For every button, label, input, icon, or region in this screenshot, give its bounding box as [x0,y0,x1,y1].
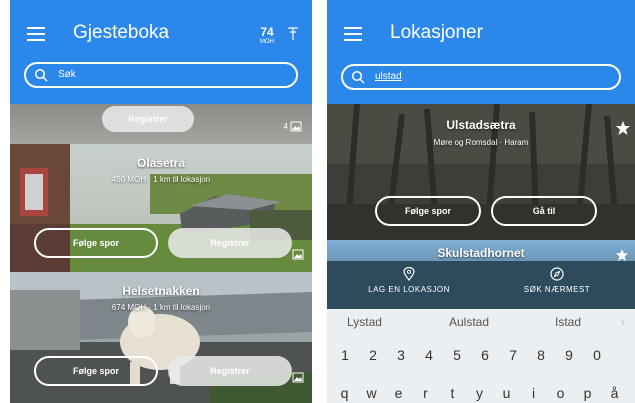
location-card[interactable]: Olasetra 450 MOH · 1 km til lokasjon Føl… [10,144,312,272]
letter-row: q w e r t y u i o p å [327,385,635,401]
on-screen-keyboard: Lystad Aulstad Istad › 1 2 3 4 5 6 7 8 9… [327,309,635,403]
menu-icon[interactable] [344,27,362,41]
locations-screen: Lokasjoner ulstad Ulstadsætra Møre og Ro… [327,0,635,403]
location-pin-icon[interactable] [286,26,300,42]
go-to-button[interactable]: Gå til [491,196,597,226]
search-icon [351,70,365,84]
location-info: Møre og Romsdal · Haram [433,138,529,147]
location-name: Helsetnakken [122,284,200,298]
key[interactable]: q [331,385,358,401]
location-info: 674 MOH · 1 km til lokasjon [111,303,211,312]
bottom-navigation: LAG EN LOKASJON SØK NÆRMEST [327,261,635,309]
key[interactable]: y [466,385,493,401]
key[interactable]: 1 [331,347,359,363]
image-count-badge[interactable]: 4 [284,121,302,132]
key[interactable]: 8 [527,347,555,363]
key[interactable]: t [439,385,466,401]
app-bar: Lokasjoner ulstad [327,0,635,104]
search-nearest-button[interactable]: SØK NÆRMEST [497,267,617,294]
location-pin-icon [403,267,415,281]
add-location-button[interactable]: LAG EN LOKASJON [349,267,469,294]
altitude-indicator: 74 MOH [260,26,274,45]
suggestion[interactable]: Aulstad [449,315,489,329]
key[interactable]: p [574,385,601,401]
key[interactable]: 5 [443,347,471,363]
location-card[interactable]: Skulstadhornet [327,240,635,261]
search-icon [34,68,48,82]
follow-track-button[interactable]: Følge spor [375,196,481,226]
altitude-value: 74 [260,25,274,39]
key[interactable]: o [547,385,574,401]
key[interactable]: 3 [387,347,415,363]
menu-icon[interactable] [27,27,45,41]
location-card[interactable]: Ulstadsætra Møre og Romsdal · Haram Følg… [327,104,635,240]
location-name: Ulstadsætra [446,118,516,132]
suggestion[interactable]: Istad [555,315,581,329]
location-card[interactable]: Helsetnakken 674 MOH · 1 km til lokasjon… [10,272,312,403]
register-button[interactable]: Registrer [168,228,292,258]
guestbook-screen: Gjesteboka 74 MOH Søk Registrer 4 Olaset… [10,0,312,403]
search-input[interactable]: ulstad [341,64,621,90]
register-button[interactable]: Registrer [102,106,194,132]
image-icon[interactable] [292,249,304,260]
favorite-star-icon[interactable] [615,248,629,261]
location-name: Olasetra [136,156,186,170]
altitude-unit: MOH [260,39,274,45]
page-title: Gjesteboka [73,22,170,43]
number-row: 1 2 3 4 5 6 7 8 9 0 [327,347,635,363]
search-placeholder: Søk [58,69,76,80]
register-button[interactable]: Registrer [168,356,292,386]
image-icon[interactable] [292,372,304,383]
search-value: ulstad [375,71,402,82]
add-location-label: LAG EN LOKASJON [368,285,450,294]
key[interactable]: å [601,385,628,401]
key[interactable]: 7 [499,347,527,363]
favorite-star-icon[interactable] [615,120,631,136]
search-input[interactable]: Søk [24,62,298,88]
key[interactable]: 2 [359,347,387,363]
location-name: Skulstadhornet [437,246,525,260]
key[interactable]: i [520,385,547,401]
image-count: 4 [283,122,288,131]
follow-track-button[interactable]: Følge spor [34,228,158,258]
key[interactable]: 6 [471,347,499,363]
key[interactable]: w [358,385,385,401]
search-nearest-label: SØK NÆRMEST [523,285,591,294]
suggestion[interactable]: Lystad [347,315,382,329]
key[interactable]: e [385,385,412,401]
page-title: Lokasjoner [390,22,483,43]
suggestion-more-chevron-icon[interactable]: › [621,315,625,329]
app-bar: Gjesteboka 74 MOH Søk [10,0,312,104]
location-card[interactable]: Registrer 4 [10,104,312,144]
compass-icon [550,267,564,281]
key[interactable]: u [493,385,520,401]
key[interactable]: 4 [415,347,443,363]
follow-track-button[interactable]: Følge spor [34,356,158,386]
location-info: 450 MOH · 1 km til lokasjon [111,175,211,184]
image-icon [290,121,302,132]
key[interactable]: r [412,385,439,401]
key[interactable]: 0 [583,347,611,363]
key[interactable]: 9 [555,347,583,363]
